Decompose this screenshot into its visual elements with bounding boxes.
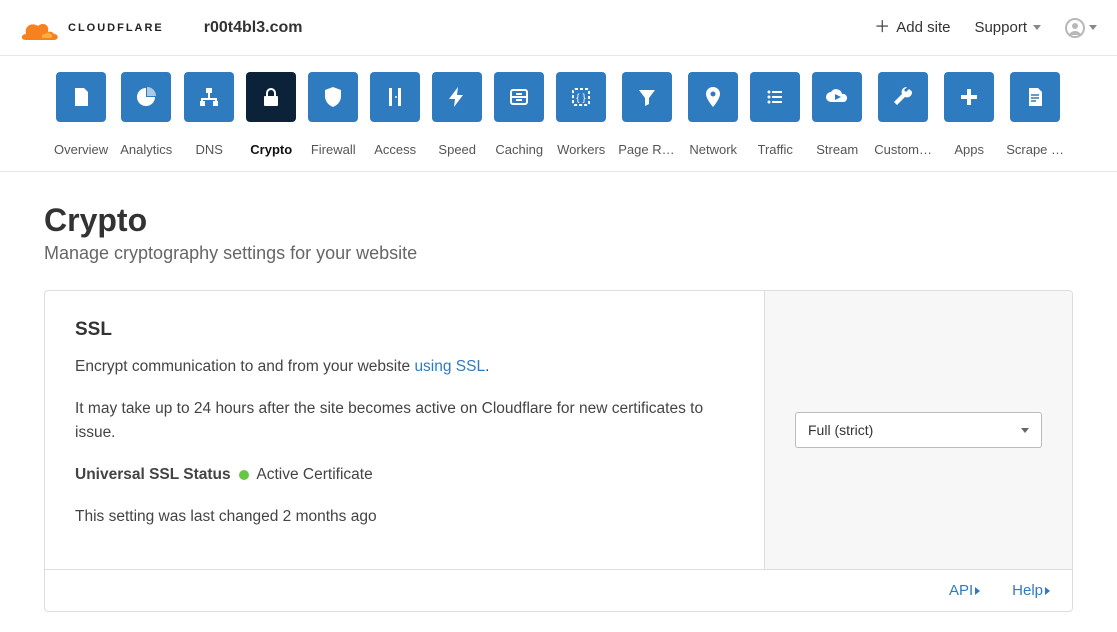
nav-tab-label: Access xyxy=(374,142,416,157)
site-name[interactable]: r00t4bl3.com xyxy=(204,19,303,37)
page-subtitle: Manage cryptography settings for your we… xyxy=(44,243,1073,264)
plus-icon xyxy=(944,72,994,122)
nav-tab-label: Apps xyxy=(954,142,984,157)
drawer-icon xyxy=(494,72,544,122)
doc-icon xyxy=(56,72,106,122)
nav-tab-label: Speed xyxy=(438,142,476,157)
chevron-down-icon xyxy=(1021,428,1029,433)
nav-tab-analytics[interactable]: Analytics xyxy=(120,72,172,157)
cloudflare-logo[interactable]: CLOUDFLARE xyxy=(16,16,164,40)
nav-tab-label: Caching xyxy=(495,142,543,157)
nav-tab-label: Overview xyxy=(54,142,108,157)
ssl-status-value: Active Certificate xyxy=(256,466,372,483)
card-note: It may take up to 24 hours after the sit… xyxy=(75,397,734,445)
header: CLOUDFLARE r00t4bl3.com ＋ Add site Suppo… xyxy=(0,0,1117,56)
ssl-status-line: Universal SSL Status Active Certificate xyxy=(75,463,734,487)
support-menu[interactable]: Support xyxy=(974,19,1041,36)
ssl-card: SSL Encrypt communication to and from yo… xyxy=(44,290,1073,612)
card-title: SSL xyxy=(75,319,734,341)
nav-tab-traffic[interactable]: Traffic xyxy=(750,72,800,157)
nav-tab-access[interactable]: Access xyxy=(370,72,420,157)
nav-tab-label: DNS xyxy=(195,142,222,157)
bolt-icon xyxy=(432,72,482,122)
ssl-status-label: Universal SSL Status xyxy=(75,466,231,483)
nav-tab-dns[interactable]: DNS xyxy=(184,72,234,157)
nav-tab-stream[interactable]: Stream xyxy=(812,72,862,157)
nav-tab-overview[interactable]: Overview xyxy=(54,72,108,157)
nav-tab-workers[interactable]: { } Workers xyxy=(556,72,606,157)
nav-tab-label: Crypto xyxy=(250,142,292,157)
api-link[interactable]: API xyxy=(949,582,980,599)
door-icon xyxy=(370,72,420,122)
nav-tabs: Overview Analytics DNS Crypto Firewall Access… xyxy=(0,56,1117,172)
doc-lines-icon xyxy=(1010,72,1060,122)
nav-tab-firewall[interactable]: Firewall xyxy=(308,72,358,157)
chevron-down-icon xyxy=(1033,25,1041,30)
ssl-mode-value: Full (strict) xyxy=(808,422,873,438)
chevron-down-icon xyxy=(1089,25,1097,30)
pie-icon xyxy=(121,72,171,122)
nav-tab-label: Analytics xyxy=(120,142,172,157)
svg-text:{ }: { } xyxy=(576,93,586,104)
nav-tab-crypto[interactable]: Crypto xyxy=(246,72,296,157)
card-description: Encrypt communication to and from your w… xyxy=(75,355,734,379)
nav-tab-scrape-s[interactable]: Scrape S… xyxy=(1006,72,1064,157)
nav-tab-apps[interactable]: Apps xyxy=(944,72,994,157)
user-circle-icon xyxy=(1065,18,1085,38)
chevron-right-icon xyxy=(975,587,980,595)
card-meta: This setting was last changed 2 months a… xyxy=(75,505,734,529)
nav-tab-caching[interactable]: Caching xyxy=(494,72,544,157)
braces-icon: { } xyxy=(556,72,606,122)
nav-tab-network[interactable]: Network xyxy=(688,72,738,157)
profile-menu[interactable] xyxy=(1065,18,1097,38)
nav-tab-label: Firewall xyxy=(311,142,356,157)
add-site-label: Add site xyxy=(896,19,950,36)
nav-tab-custom-p[interactable]: Custom P… xyxy=(874,72,932,157)
nav-tab-label: Workers xyxy=(557,142,605,157)
using-ssl-link[interactable]: using SSL xyxy=(414,358,485,375)
status-dot-icon xyxy=(239,470,249,480)
cloudflare-logo-icon xyxy=(16,16,60,40)
nav-tab-label: Network xyxy=(689,142,737,157)
list-icon xyxy=(750,72,800,122)
cloudflare-logo-word: CLOUDFLARE xyxy=(68,22,164,34)
support-label: Support xyxy=(974,19,1027,36)
nav-tab-label: Page Rules xyxy=(618,142,676,157)
shield-icon xyxy=(308,72,358,122)
nav-tab-label: Stream xyxy=(816,142,858,157)
cloud-play-icon xyxy=(812,72,862,122)
nav-tab-page-rules[interactable]: Page Rules xyxy=(618,72,676,157)
page-title: Crypto xyxy=(44,202,1073,239)
chevron-right-icon xyxy=(1045,587,1050,595)
help-link[interactable]: Help xyxy=(1012,582,1050,599)
nav-tab-label: Traffic xyxy=(758,142,793,157)
nav-tab-speed[interactable]: Speed xyxy=(432,72,482,157)
add-site-button[interactable]: ＋ Add site xyxy=(874,19,950,36)
pin-icon xyxy=(688,72,738,122)
ssl-mode-select[interactable]: Full (strict) xyxy=(795,412,1042,448)
nav-tab-label: Custom P… xyxy=(874,142,932,157)
sitemap-icon xyxy=(184,72,234,122)
nav-tab-label: Scrape S… xyxy=(1006,142,1064,157)
wrench-icon xyxy=(878,72,928,122)
funnel-icon xyxy=(622,72,672,122)
plus-icon: ＋ xyxy=(874,20,890,36)
lock-icon xyxy=(246,72,296,122)
